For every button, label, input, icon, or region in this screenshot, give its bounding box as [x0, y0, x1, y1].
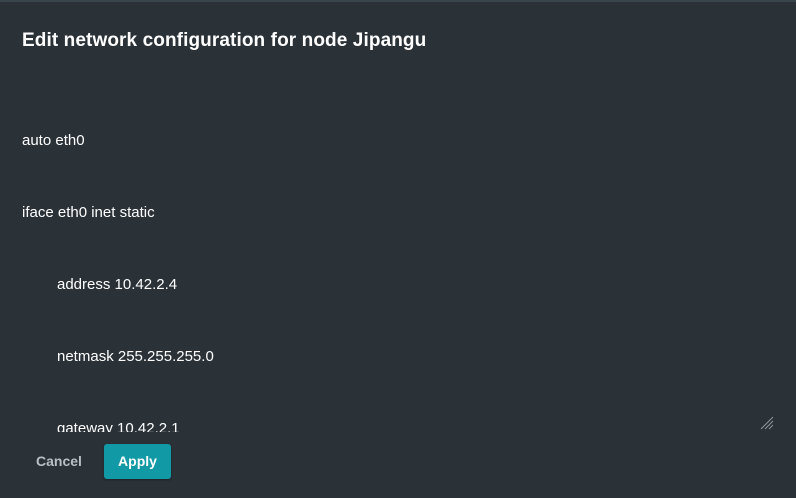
config-line: address 10.42.2.4 [57, 276, 178, 293]
cancel-button[interactable]: Cancel [24, 444, 94, 479]
config-line: auto eth0 [22, 132, 85, 149]
network-config-textarea[interactable]: auto eth0 iface eth0 inet static address… [14, 74, 776, 432]
dialog-title: Edit network configuration for node Jipa… [22, 30, 427, 51]
network-config-dialog: Edit network configuration for node Jipa… [0, 0, 796, 498]
config-line: netmask 255.255.255.0 [57, 348, 214, 365]
config-line: iface eth0 inet static [22, 204, 155, 221]
resize-grip-icon[interactable] [758, 414, 774, 430]
dialog-top-divider [0, 0, 796, 2]
apply-button[interactable]: Apply [104, 444, 171, 479]
config-line: gateway 10.42.2.1 [57, 420, 180, 432]
